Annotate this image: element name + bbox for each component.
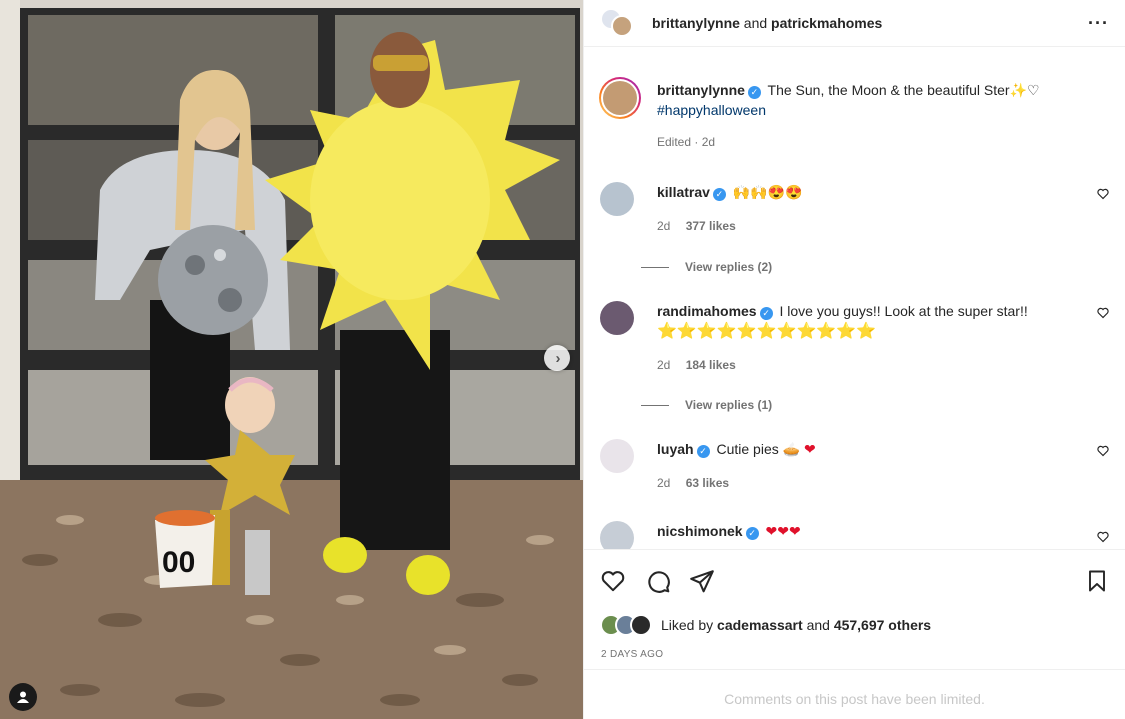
post-details-panel: brittanylynne and patrickmahomes ··· bri…	[583, 0, 1125, 719]
comment-time: 2d	[657, 358, 671, 372]
like-comment-heart-icon[interactable]	[1097, 531, 1109, 543]
caption-meta: Edited · 2d	[657, 135, 716, 149]
avatar	[611, 15, 633, 37]
avatar	[630, 614, 652, 636]
liked-by-joiner: and	[806, 617, 830, 633]
action-bar	[600, 568, 1109, 596]
post-actions: Liked by cademassart and 457,697 others …	[584, 549, 1125, 669]
like-heart-icon[interactable]	[600, 568, 626, 594]
avatar[interactable]	[600, 439, 634, 473]
liked-by-count[interactable]: 457,697 others	[834, 617, 931, 633]
comment-username[interactable]: brittanylynne	[657, 82, 745, 98]
verified-badge-icon: ✓	[747, 86, 761, 99]
caption-emoji: ✨♡	[1009, 82, 1040, 98]
comment-time: 2d	[657, 219, 671, 233]
avatar[interactable]	[600, 301, 634, 335]
liked-by-avatars[interactable]	[600, 614, 656, 636]
like-comment-heart-icon[interactable]	[1097, 188, 1109, 200]
share-send-icon[interactable]	[689, 568, 715, 594]
family-costume-photo: 00	[0, 0, 583, 719]
comment-username[interactable]: killatrav	[657, 184, 710, 200]
svg-text:00: 00	[162, 546, 195, 579]
caption-text: The Sun, the Moon & the beautiful Ster	[767, 82, 1010, 98]
avatar[interactable]	[600, 521, 634, 549]
view-replies-button[interactable]: View replies (2)	[641, 260, 772, 274]
verified-badge-icon: ✓	[712, 188, 726, 201]
authors-joiner: and	[743, 15, 768, 31]
author-link[interactable]: brittanylynne	[652, 15, 740, 31]
comments-limited-notice: Comments on this post have been limited.	[584, 669, 1125, 719]
save-bookmark-icon[interactable]	[1085, 568, 1109, 594]
comment-username[interactable]: randimahomes	[657, 303, 757, 319]
verified-badge-icon: ✓	[696, 445, 710, 458]
comment-time: 2d	[657, 476, 671, 490]
avatar[interactable]	[599, 77, 641, 119]
comments-list[interactable]: brittanylynne ✓ The Sun, the Moon & the b…	[584, 48, 1125, 549]
post-header: brittanylynne and patrickmahomes ···	[584, 0, 1125, 47]
tagged-users-button[interactable]	[9, 683, 37, 711]
verified-badge-icon: ✓	[745, 527, 759, 540]
comment-emoji: 🥧 ❤	[782, 441, 816, 457]
view-replies-button[interactable]: View replies (1)	[641, 398, 772, 412]
comment-text: I love you guys!! Look at the super star…	[779, 303, 1028, 319]
comment-meta: 2d 377 likes	[657, 216, 1081, 236]
liked-by: Liked by cademassart and 457,697 others	[600, 614, 931, 636]
comment-likes[interactable]: 377 likes	[686, 219, 736, 233]
next-photo-button[interactable]: ›	[544, 345, 570, 371]
post-authors: brittanylynne and patrickmahomes	[652, 15, 882, 31]
like-comment-heart-icon[interactable]	[1097, 307, 1109, 319]
comment-meta: 2d 63 likes	[657, 473, 1081, 493]
comment-username[interactable]: luyah	[657, 441, 694, 457]
chevron-right-icon: ›	[555, 349, 561, 367]
post-photo[interactable]: 00 ›	[0, 0, 583, 719]
user-icon	[17, 691, 29, 703]
collab-avatars[interactable]	[600, 8, 638, 38]
hashtag-link[interactable]: #happyhalloween	[657, 102, 766, 118]
comment-username[interactable]: nicshimonek	[657, 523, 743, 539]
comment-likes[interactable]: 63 likes	[686, 476, 729, 490]
comment-emoji: ⭐⭐⭐⭐⭐⭐⭐⭐⭐⭐⭐	[657, 323, 877, 340]
verified-badge-icon: ✓	[759, 307, 773, 320]
like-comment-heart-icon[interactable]	[1097, 445, 1109, 457]
comment-emoji: 🙌🙌😍😍	[732, 184, 803, 200]
comment-text: Cutie pies	[716, 441, 779, 457]
liked-by-user[interactable]: cademassart	[717, 617, 803, 633]
author-link[interactable]: patrickmahomes	[771, 15, 882, 31]
post-date[interactable]: 2 DAYS AGO	[601, 649, 663, 660]
comment-meta: 2d 184 likes	[657, 355, 1081, 375]
avatar[interactable]	[600, 182, 634, 216]
comment-likes[interactable]: 184 likes	[686, 358, 736, 372]
liked-by-prefix: Liked by	[661, 617, 714, 633]
comment-emoji: ❤❤❤	[765, 523, 801, 539]
more-options-icon[interactable]: ···	[1088, 13, 1109, 34]
comment-bubble-icon[interactable]	[645, 568, 671, 594]
